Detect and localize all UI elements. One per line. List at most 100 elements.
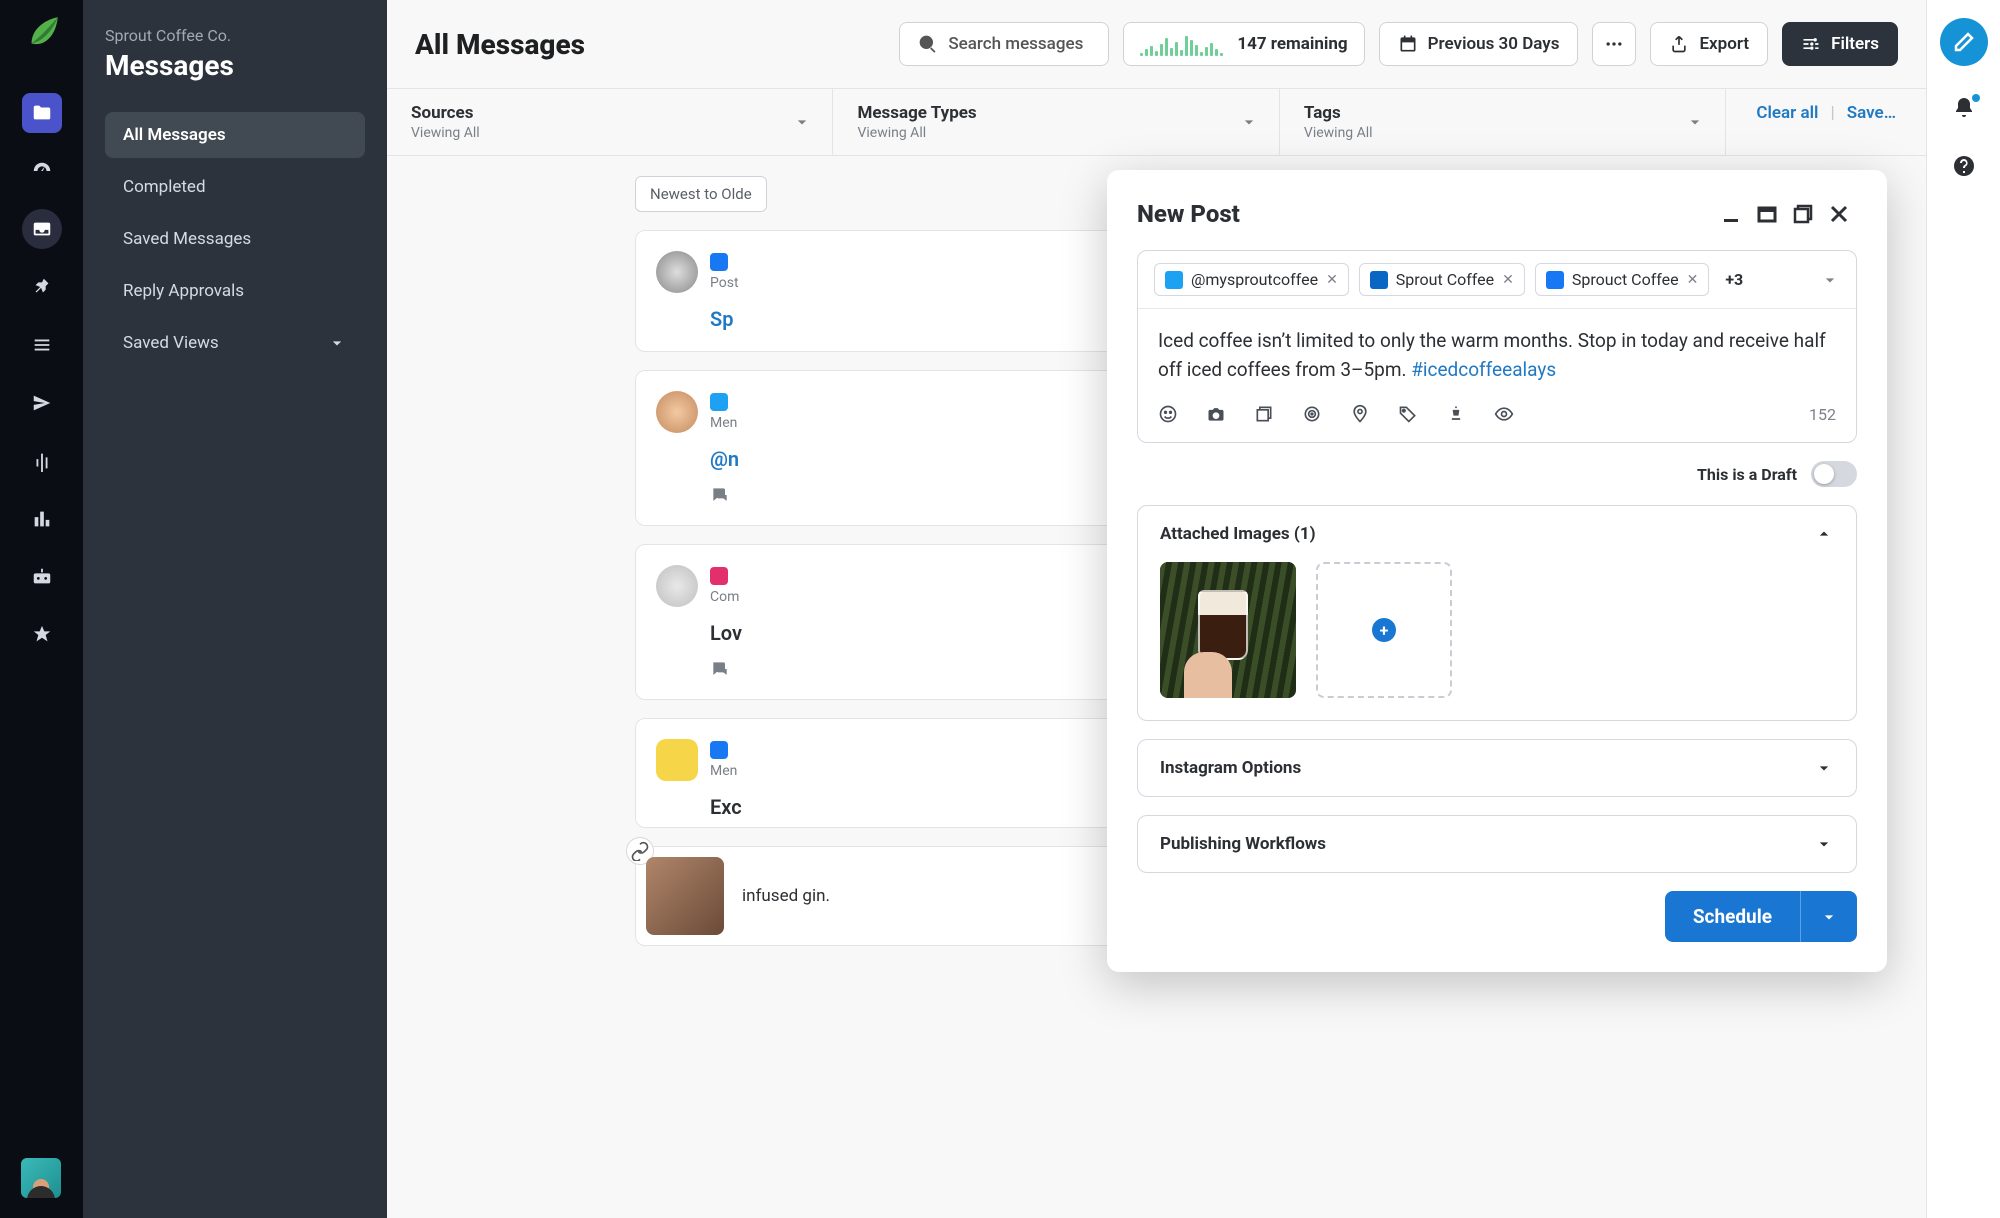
chevron-down-icon xyxy=(792,112,812,132)
compose-box: @mysproutcoffee ✕ Sprout Coffee ✕ Sprouc… xyxy=(1137,250,1857,443)
chevron-down-icon xyxy=(1685,112,1705,132)
remaining-widget[interactable]: 147 remaining xyxy=(1123,22,1364,66)
twitter-icon xyxy=(1165,271,1183,289)
restore-button[interactable] xyxy=(1749,196,1785,232)
filter-tags[interactable]: Tags Viewing All xyxy=(1280,89,1726,155)
chevron-down-icon xyxy=(327,333,347,353)
export-button[interactable]: Export xyxy=(1650,22,1768,66)
profile-chip-twitter[interactable]: @mysproutcoffee ✕ xyxy=(1154,263,1349,296)
notifications-button[interactable] xyxy=(1952,96,1976,124)
help-icon xyxy=(1952,154,1976,178)
sidebar-item-reply-approvals[interactable]: Reply Approvals xyxy=(105,268,365,314)
filters-button[interactable]: Filters xyxy=(1782,22,1898,66)
filter-actions: Clear all | Save… xyxy=(1726,89,1926,155)
linkedin-icon xyxy=(1370,271,1388,289)
nav-dashboard-icon[interactable] xyxy=(22,151,62,191)
preview-icon[interactable] xyxy=(1494,404,1514,424)
schedule-button-group: Schedule xyxy=(1665,891,1857,942)
chevron-down-icon[interactable] xyxy=(1820,270,1840,290)
right-rail xyxy=(1926,0,2000,1218)
schedule-button[interactable]: Schedule xyxy=(1665,891,1800,942)
plus-icon: + xyxy=(1372,618,1396,642)
conversation-icon[interactable] xyxy=(710,485,730,505)
sidebar-item-completed[interactable]: Completed xyxy=(105,164,365,210)
instagram-options-section[interactable]: Instagram Options xyxy=(1137,739,1857,797)
profile-picker[interactable]: @mysproutcoffee ✕ Sprout Coffee ✕ Sprouc… xyxy=(1138,251,1856,309)
help-button[interactable] xyxy=(1952,154,1976,182)
nav-send-icon[interactable] xyxy=(22,383,62,423)
date-range-button[interactable]: Previous 30 Days xyxy=(1379,22,1579,66)
nav-messages-icon[interactable] xyxy=(22,93,62,133)
tag-icon[interactable] xyxy=(1398,404,1418,424)
more-profiles-count[interactable]: +3 xyxy=(1725,270,1743,289)
save-filter-link[interactable]: Save… xyxy=(1847,103,1896,123)
close-button[interactable] xyxy=(1821,196,1857,232)
main: All Messages Search messages 147 remaini… xyxy=(387,0,1926,1218)
chevron-down-icon xyxy=(1819,907,1839,927)
clear-all-link[interactable]: Clear all xyxy=(1756,103,1818,123)
sprout-logo-icon xyxy=(21,12,63,54)
attached-images-header[interactable]: Attached Images (1) xyxy=(1138,506,1856,562)
search-icon xyxy=(918,34,938,54)
avatar xyxy=(656,565,698,607)
nav-listening-icon[interactable] xyxy=(22,441,62,481)
left-rail xyxy=(0,0,83,1218)
facebook-icon xyxy=(710,253,728,271)
maximize-button[interactable] xyxy=(1785,196,1821,232)
user-avatar[interactable] xyxy=(21,1158,61,1198)
gallery-icon[interactable] xyxy=(1254,404,1274,424)
remove-icon[interactable]: ✕ xyxy=(1326,272,1338,288)
conversation-icon[interactable] xyxy=(710,659,730,679)
publishing-workflows-section[interactable]: Publishing Workflows xyxy=(1137,815,1857,873)
schedule-dropdown[interactable] xyxy=(1800,891,1857,942)
nav-inbox-icon[interactable] xyxy=(22,209,62,249)
nav-pin-icon[interactable] xyxy=(22,267,62,307)
location-icon[interactable] xyxy=(1350,404,1370,424)
compose-icon xyxy=(1952,30,1976,54)
remove-icon[interactable]: ✕ xyxy=(1502,272,1514,288)
avatar xyxy=(656,251,698,293)
sidebar-item-saved-views[interactable]: Saved Views xyxy=(105,320,365,366)
instagram-icon xyxy=(710,567,728,585)
filter-sources[interactable]: Sources Viewing All xyxy=(387,89,833,155)
sidebar-item-saved-messages[interactable]: Saved Messages xyxy=(105,216,365,262)
attachment-thumbnail[interactable] xyxy=(1160,562,1296,698)
chevron-down-icon xyxy=(1814,834,1834,854)
facebook-icon xyxy=(1546,271,1564,289)
minimize-button[interactable] xyxy=(1713,196,1749,232)
compose-fab[interactable] xyxy=(1940,18,1988,66)
remove-icon[interactable]: ✕ xyxy=(1687,272,1699,288)
export-icon xyxy=(1669,34,1689,54)
compose-textarea[interactable]: Iced coffee isn’t limited to only the wa… xyxy=(1138,309,1856,390)
new-post-modal: New Post @mysproutcoffee ✕ Sprout Coffee xyxy=(1107,170,1887,972)
emoji-icon[interactable] xyxy=(1158,404,1178,424)
calendar-icon xyxy=(1398,34,1418,54)
nav-star-icon[interactable] xyxy=(22,615,62,655)
sort-select[interactable]: Newest to Olde xyxy=(635,176,767,212)
twitter-icon xyxy=(710,393,728,411)
sidebar-item-all-messages[interactable]: All Messages xyxy=(105,112,365,158)
nav-reports-icon[interactable] xyxy=(22,499,62,539)
search-input[interactable]: Search messages xyxy=(899,22,1109,66)
nav-bot-icon[interactable] xyxy=(22,557,62,597)
page-title: All Messages xyxy=(415,28,585,61)
sliders-icon xyxy=(1801,34,1821,54)
modal-title: New Post xyxy=(1137,200,1240,228)
facebook-icon xyxy=(710,741,728,759)
target-icon[interactable] xyxy=(1302,404,1322,424)
sparkline-icon xyxy=(1140,32,1223,56)
filter-message-types[interactable]: Message Types Viewing All xyxy=(833,89,1279,155)
chevron-down-icon xyxy=(1814,758,1834,778)
more-button[interactable] xyxy=(1592,22,1636,66)
avatar xyxy=(656,739,698,781)
approval-icon[interactable] xyxy=(1446,404,1466,424)
attached-images-section: Attached Images (1) + xyxy=(1137,505,1857,721)
section-title: Messages xyxy=(105,49,365,82)
nav-list-icon[interactable] xyxy=(22,325,62,365)
draft-toggle[interactable] xyxy=(1811,461,1857,487)
profile-chip-facebook[interactable]: Sprouct Coffee ✕ xyxy=(1535,263,1709,296)
camera-icon[interactable] xyxy=(1206,404,1226,424)
add-attachment-button[interactable]: + xyxy=(1316,562,1452,698)
profile-chip-linkedin[interactable]: Sprout Coffee ✕ xyxy=(1359,263,1525,296)
sidebar: Sprout Coffee Co. Messages All Messages … xyxy=(83,0,387,1218)
